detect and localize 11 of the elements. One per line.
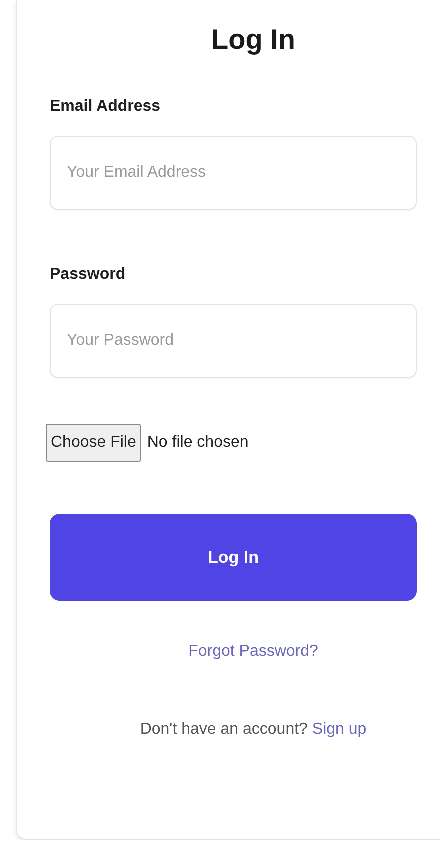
choose-file-button[interactable]: Choose File (46, 424, 142, 462)
login-button[interactable]: Log In (50, 514, 417, 601)
page-title: Log In (210, 24, 296, 56)
signup-prompt: Don't have an account? (140, 721, 308, 738)
file-status: No file chosen (147, 434, 249, 452)
forgot-password-link[interactable]: Forgot Password? (164, 643, 318, 661)
field-label: Password (50, 266, 126, 284)
input-field[interactable]: Your Password (50, 304, 417, 378)
field-label: Email Address (50, 98, 161, 116)
signup-link[interactable]: Sign up (312, 721, 367, 738)
input-field[interactable]: Your Email Address (50, 136, 417, 210)
